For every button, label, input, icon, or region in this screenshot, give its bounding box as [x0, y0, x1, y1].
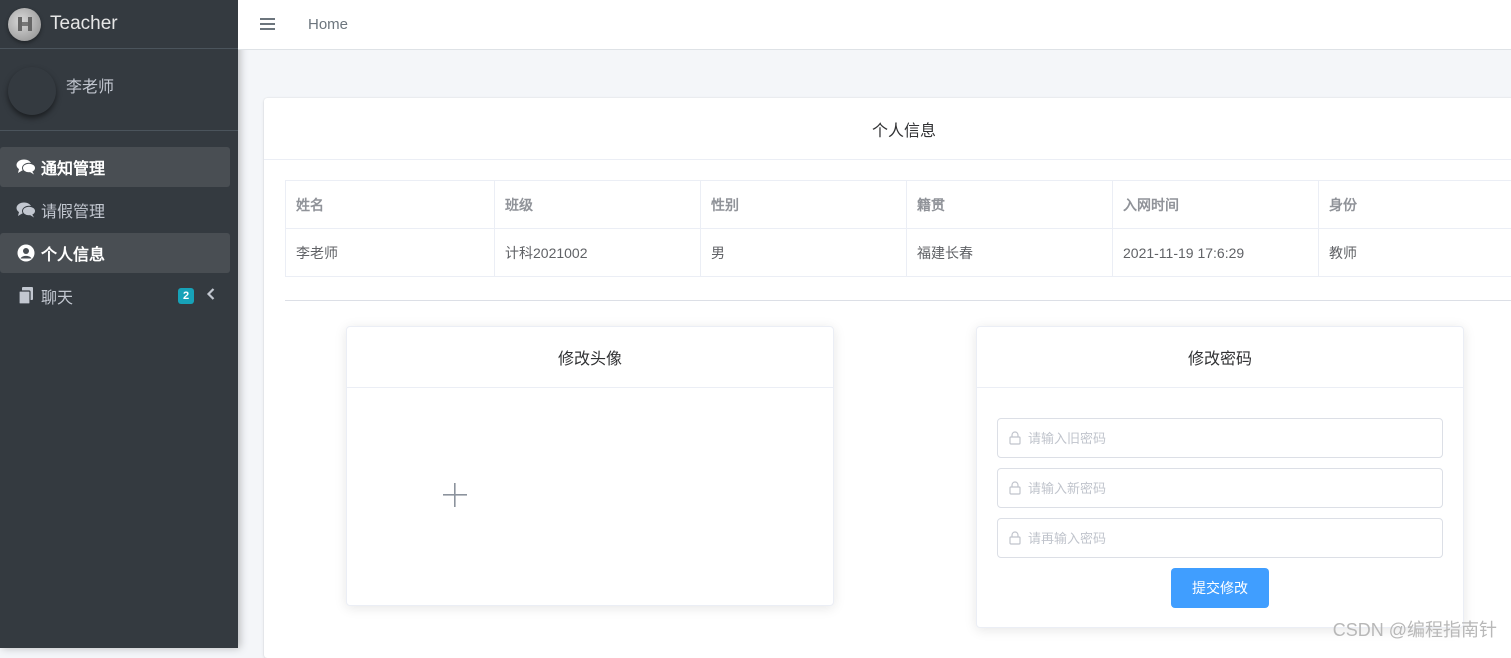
sidebar-item-label: 请假管理 — [41, 198, 105, 222]
lock-icon — [1008, 431, 1022, 445]
change-avatar-title: 修改头像 — [347, 327, 833, 388]
sidebar-item-leave[interactable]: 请假管理 — [0, 190, 230, 230]
copy-icon — [16, 286, 36, 306]
column-header: 班级 — [495, 181, 701, 229]
top-navbar: Home — [238, 0, 1511, 50]
column-header: 姓名 — [286, 181, 495, 229]
lock-icon — [1008, 481, 1022, 495]
change-avatar-card: 修改头像 — [346, 326, 834, 606]
confirm-password-input[interactable] — [1028, 531, 1428, 546]
submit-password-button[interactable]: 提交修改 — [1171, 568, 1269, 608]
table-cell: 教师 — [1319, 229, 1511, 277]
column-header: 性别 — [701, 181, 907, 229]
brand-title: Teacher — [50, 13, 118, 35]
brand-link[interactable]: Teacher — [0, 0, 238, 49]
sidebar-item-chat[interactable]: 聊天 2 — [0, 276, 230, 316]
column-header: 身份 — [1319, 181, 1511, 229]
lock-icon — [1008, 531, 1022, 545]
user-panel: 李老师 — [0, 49, 238, 131]
watermark: CSDN @编程指南针 — [1333, 616, 1497, 642]
divider — [285, 300, 1511, 301]
table-row: 李老师 计科2021002 男 福建长春 2021-11-19 17:6:29 … — [286, 229, 1511, 277]
user-name[interactable]: 李老师 — [66, 73, 114, 97]
table-cell: 计科2021002 — [495, 229, 701, 277]
sidebar: Teacher 李老师 通知管理 请假管理 个人信息 — [0, 0, 238, 648]
sidebar-item-label: 通知管理 — [41, 155, 105, 179]
table-cell: 2021-11-19 17:6:29 — [1113, 229, 1319, 277]
hamburger-menu-icon[interactable] — [260, 17, 278, 33]
sidebar-item-profile[interactable]: 个人信息 — [0, 233, 230, 273]
plus-icon[interactable] — [443, 483, 467, 507]
user-circle-icon — [16, 243, 36, 263]
table-cell: 李老师 — [286, 229, 495, 277]
comments-icon — [16, 157, 36, 177]
sidebar-nav: 通知管理 请假管理 个人信息 聊天 2 — [0, 131, 238, 316]
old-password-field[interactable] — [997, 418, 1443, 458]
chevron-left-icon[interactable] — [206, 287, 216, 306]
chat-count-badge: 2 — [178, 288, 194, 304]
table-header-row: 姓名 班级 性别 籍贯 入网时间 身份 — [286, 181, 1511, 229]
table-cell: 福建长春 — [907, 229, 1113, 277]
change-password-card: 修改密码 提交修改 — [976, 326, 1464, 628]
column-header: 入网时间 — [1113, 181, 1319, 229]
brand-logo — [8, 8, 41, 41]
new-password-field[interactable] — [997, 468, 1443, 508]
table-cell: 男 — [701, 229, 907, 277]
home-link[interactable]: Home — [308, 16, 348, 33]
sidebar-item-notice[interactable]: 通知管理 — [0, 147, 230, 187]
comments-icon — [16, 200, 36, 220]
old-password-input[interactable] — [1028, 431, 1428, 446]
profile-card-title: 个人信息 — [264, 98, 1511, 160]
confirm-password-field[interactable] — [997, 518, 1443, 558]
new-password-input[interactable] — [1028, 481, 1428, 496]
sidebar-item-label: 个人信息 — [41, 241, 105, 265]
profile-table: 姓名 班级 性别 籍贯 入网时间 身份 李老师 计科2021002 男 福建长春… — [285, 180, 1511, 277]
change-password-title: 修改密码 — [977, 327, 1463, 388]
sidebar-item-label: 聊天 — [41, 284, 73, 308]
column-header: 籍贯 — [907, 181, 1113, 229]
user-avatar[interactable] — [8, 67, 56, 115]
profile-card: 个人信息 姓名 班级 性别 籍贯 入网时间 身份 李老师 计科2021002 男… — [264, 98, 1511, 658]
